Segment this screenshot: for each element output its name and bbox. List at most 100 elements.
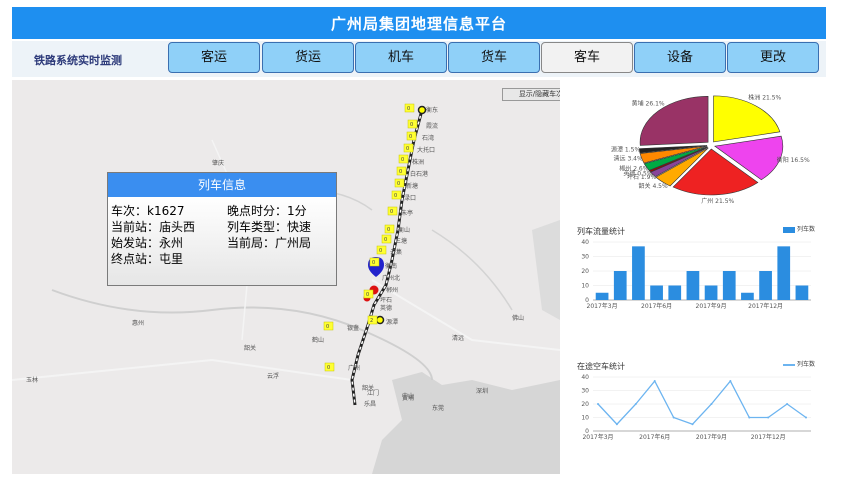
line-chart-legend: 列车数 <box>783 359 815 368</box>
svg-text:霞流: 霞流 <box>426 122 438 130</box>
svg-text:0: 0 <box>401 157 404 163</box>
svg-text:乐昌: 乐昌 <box>364 401 376 408</box>
tab-equipment[interactable]: 设备 <box>634 42 726 73</box>
data-point <box>597 403 599 405</box>
line-chart-panel: 在途空车统计 列车数 0 10 20 30 40 2017年3月 2017年6月 2017年9… <box>563 347 825 475</box>
svg-text:广州北: 广州北 <box>382 274 400 282</box>
svg-text:大托口: 大托口 <box>417 146 435 154</box>
data-point <box>767 416 770 419</box>
svg-text:0: 0 <box>384 237 387 243</box>
bar <box>704 285 718 300</box>
svg-text:0: 0 <box>372 260 375 266</box>
delay-label: 晚点时分： <box>227 204 288 218</box>
train-info-panel: 列车信息 车次：k1627 晚点时分：1分 当前站：庙头西 列车类型：快速 始发… <box>107 172 337 286</box>
svg-text:衡山: 衡山 <box>398 226 410 234</box>
svg-text:三塘: 三塘 <box>395 237 407 245</box>
tab-passenger-car[interactable]: 客车 <box>541 42 633 73</box>
data-point <box>691 423 694 426</box>
svg-text:佛山: 佛山 <box>512 314 524 322</box>
current-station-label: 当前站： <box>111 220 160 234</box>
svg-text:0: 0 <box>326 324 329 330</box>
station-marker <box>417 105 427 115</box>
data-point <box>634 403 637 405</box>
pie-label: 衡阳 16.5% <box>777 156 810 164</box>
bar <box>650 285 663 300</box>
svg-text:0: 0 <box>394 193 397 199</box>
bar <box>632 246 645 300</box>
svg-text:云集: 云集 <box>390 248 402 256</box>
svg-text:株洲: 株洲 <box>412 158 424 166</box>
pie-label: 清远 3.4% <box>614 154 643 162</box>
series-line <box>597 379 807 426</box>
svg-text:中山: 中山 <box>402 392 414 400</box>
svg-text:朱亭: 朱亭 <box>401 209 413 217</box>
current-bureau-label: 当前局： <box>227 236 276 250</box>
x-tick-label: 2017年12月 <box>748 302 783 310</box>
svg-text:0: 0 <box>410 122 413 128</box>
current-bureau-value: 广州局 <box>275 236 312 250</box>
x-tick-label: 2017年3月 <box>587 302 618 310</box>
pie-label: 韶关 4.5% <box>639 182 668 190</box>
end-station-label: 终点站： <box>111 252 160 266</box>
svg-text:郴州: 郴州 <box>386 286 398 294</box>
x-tick-label: 2017年9月 <box>696 302 727 310</box>
bar <box>595 292 609 300</box>
tab-locomotive[interactable]: 机车 <box>355 42 447 73</box>
y-tick-label: 40 <box>581 239 589 246</box>
svg-text:衡东: 衡东 <box>426 106 438 114</box>
pie-chart: 株洲 21.5%衡阳 16.5%广州 21.5%韶关 4.5%坪石 1.9%英德… <box>611 94 810 205</box>
svg-text:源潭: 源潭 <box>386 318 398 326</box>
data-point <box>729 380 732 383</box>
svg-text:渌口: 渌口 <box>404 194 416 202</box>
station-marker <box>375 315 385 325</box>
svg-text:深圳: 深圳 <box>476 387 488 395</box>
tab-passenger-transport[interactable]: 客运 <box>168 42 260 73</box>
tab-freight-car[interactable]: 货车 <box>448 42 540 73</box>
bar <box>741 292 754 300</box>
bar <box>722 271 736 300</box>
svg-text:0: 0 <box>366 292 369 298</box>
svg-text:2: 2 <box>370 318 373 324</box>
svg-text:韶关: 韶关 <box>244 344 256 352</box>
svg-text:石湾: 石湾 <box>422 134 434 142</box>
svg-text:江门: 江门 <box>367 389 379 397</box>
data-point <box>786 403 789 405</box>
y-tick-label: 10 <box>581 415 589 422</box>
tab-freight-transport[interactable]: 货运 <box>262 42 354 73</box>
app-title: 广州局集团地理信息平台 <box>330 14 507 33</box>
svg-text:白石港: 白石港 <box>410 170 428 178</box>
bar-chart-title: 列车流量统计 <box>577 227 625 236</box>
navbar: 铁路系统实时监测 客运 货运 机车 货车 客车 设备 更改 <box>12 41 826 77</box>
svg-text:清远: 清远 <box>452 334 464 342</box>
toggle-trains-button[interactable]: 显示/隐藏车次 <box>502 88 560 101</box>
start-station-label: 始发站： <box>111 236 160 250</box>
line-chart-title: 在途空车统计 <box>577 362 625 371</box>
y-tick-label: 20 <box>581 268 589 275</box>
x-tick-label: 2017年6月 <box>639 433 670 441</box>
svg-text:0: 0 <box>399 169 402 175</box>
svg-text:0: 0 <box>406 146 409 152</box>
svg-text:0: 0 <box>387 227 390 233</box>
svg-text:衡南: 衡南 <box>385 262 397 270</box>
bar <box>668 285 682 300</box>
svg-text:云浮: 云浮 <box>267 372 279 380</box>
pie-label: 株洲 21.5% <box>748 94 781 102</box>
y-tick-label: 40 <box>581 374 589 381</box>
train-info-title: 列车信息 <box>108 173 336 197</box>
bar <box>613 271 627 300</box>
svg-text:新塘: 新塘 <box>406 182 418 190</box>
svg-text:0: 0 <box>379 248 382 254</box>
pie-label: 广州 21.5% <box>701 197 734 205</box>
bar <box>795 285 809 300</box>
svg-text:鹤山: 鹤山 <box>312 336 324 344</box>
svg-text:0: 0 <box>407 106 410 112</box>
x-tick-label: 2017年9月 <box>696 433 727 441</box>
svg-text:东莞: 东莞 <box>432 404 444 412</box>
pie-label: 郴州 2.6% <box>619 165 648 173</box>
tab-modify[interactable]: 更改 <box>727 42 819 73</box>
delay-value: 1分 <box>287 204 307 218</box>
bar <box>686 271 700 300</box>
svg-text:0: 0 <box>327 365 330 371</box>
svg-text:坪石: 坪石 <box>380 296 392 304</box>
svg-text:0: 0 <box>390 209 393 215</box>
